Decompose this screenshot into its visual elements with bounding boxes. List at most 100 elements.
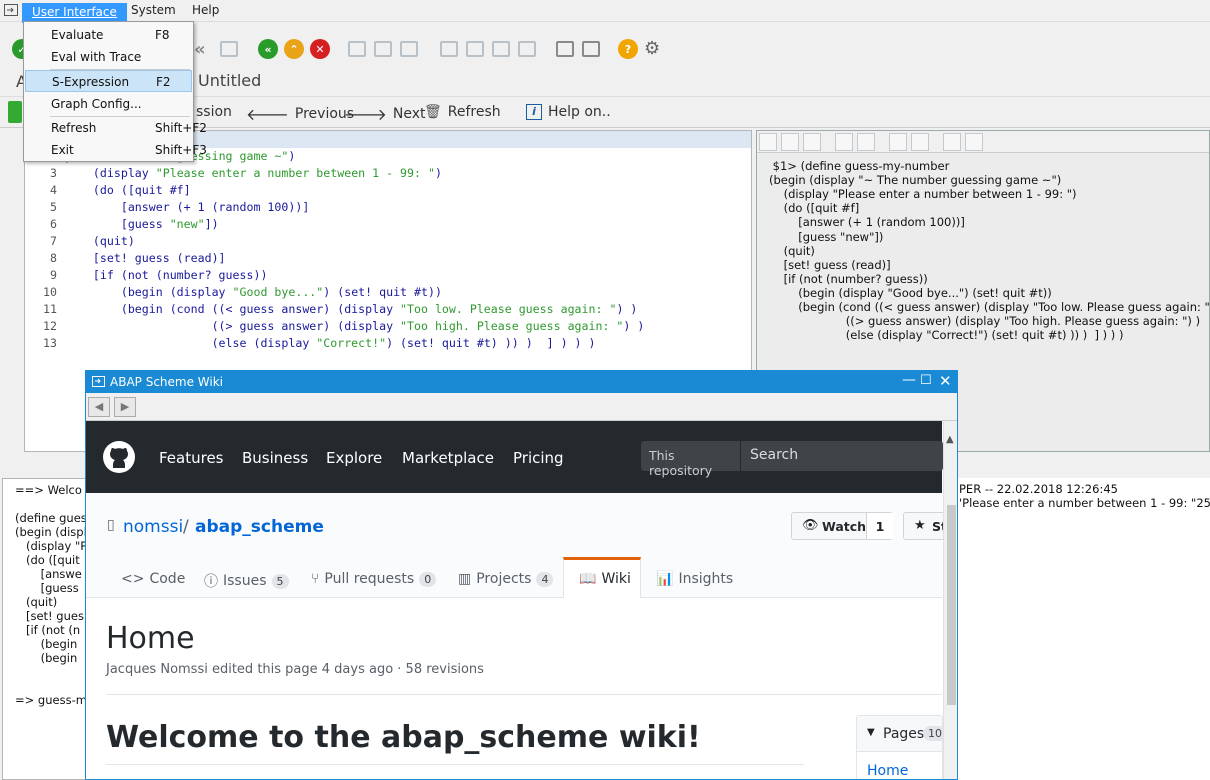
back-double-icon[interactable]: « [194, 39, 206, 60]
first-page-icon[interactable] [440, 41, 458, 57]
back-icon[interactable]: « [258, 39, 278, 59]
tab-insights[interactable]: 📊 Insights [656, 571, 733, 587]
cancel-icon[interactable]: ✕ [310, 39, 330, 59]
cut-icon[interactable] [759, 133, 777, 151]
menu-help[interactable]: Help [192, 3, 219, 17]
repo-owner-link[interactable]: nomssi [123, 517, 183, 537]
settings-gear-icon[interactable]: ⚙ [644, 38, 660, 59]
tab-code[interactable]: <> Code [121, 571, 185, 587]
code-text: (else (display "Correct!") (set! quit #t… [65, 336, 596, 350]
nav-business[interactable]: Business [242, 449, 308, 467]
output-line: [guess "new"]) [769, 229, 884, 244]
console-left: ==> Welco (define gues (begin (displa (dis… [2, 478, 88, 780]
output-toolbar [757, 131, 1209, 153]
print-icon[interactable] [348, 41, 366, 57]
menu-bar: User Interface System Help [0, 0, 1210, 23]
exit-icon[interactable]: ⌃ [284, 39, 304, 59]
menu-item-shortcut: F8 [155, 28, 170, 42]
home-link[interactable]: Home [867, 763, 908, 779]
console-line: (do ([quit [15, 553, 80, 567]
tab-pull-requests[interactable]: ⑂ Pull requests 0 [311, 571, 437, 587]
menu-item-refresh[interactable]: Refresh Shift+F2 [25, 117, 207, 139]
nav-explore[interactable]: Explore [326, 449, 382, 467]
pages-header[interactable]: ▼ Pages 10 [857, 716, 947, 752]
code-text: (begin (display "Good bye...") (set! qui… [65, 285, 442, 299]
shortcut-icon[interactable] [582, 41, 600, 57]
arrow-right-icon: 🡒 [344, 105, 387, 124]
menu-item-label: Refresh [51, 121, 97, 135]
export-icon[interactable] [965, 133, 983, 151]
line-number: 12 [43, 319, 57, 333]
undo-icon[interactable] [835, 133, 853, 151]
previous-page-icon[interactable] [466, 41, 484, 57]
line-number: 4 [50, 183, 57, 197]
watch-count: 1 [866, 513, 893, 539]
search-box[interactable]: This repository Search [641, 441, 943, 478]
close-icon[interactable]: ✕ [939, 372, 952, 390]
session-button[interactable]: ssion [196, 104, 232, 120]
pages-sidebar: ▼ Pages 10 Home [856, 715, 947, 779]
copy-icon[interactable] [781, 133, 799, 151]
repo-name-link[interactable]: abap_scheme [195, 517, 324, 537]
maximize-icon[interactable]: ☐ [920, 373, 932, 388]
line-number: 9 [50, 268, 57, 282]
menu-item-s-expression[interactable]: S-Expression F2 [25, 70, 192, 92]
console-line: [guess [15, 581, 79, 595]
menu-item-evaluate[interactable]: Evaluate F8 [25, 24, 192, 46]
refresh-label: Refresh [447, 104, 501, 120]
import-icon[interactable] [943, 133, 961, 151]
nav-marketplace[interactable]: Marketplace [402, 449, 494, 467]
watch-button[interactable]: 👁 Watch 1 [791, 512, 893, 540]
next-page-icon[interactable] [492, 41, 510, 57]
new-session-icon[interactable] [556, 41, 574, 57]
minimize-icon[interactable]: — [902, 372, 916, 388]
console-line: (quit) [15, 595, 58, 609]
output-line: (begin (display "Good bye...") (set! qui… [769, 285, 1052, 300]
wiki-scrollbar[interactable]: ▲ [943, 421, 957, 779]
line-number: 6 [50, 217, 57, 231]
tab-count: 0 [419, 571, 437, 587]
menu-item-graph-config[interactable]: Graph Config... [25, 93, 192, 115]
forward-arrow-icon[interactable]: ▶ [114, 397, 136, 417]
back-arrow-icon[interactable]: ◀ [88, 397, 110, 417]
search-scope[interactable]: This repository [641, 441, 741, 478]
next-button[interactable]: 🡒 Next [344, 104, 426, 124]
menu-item-label: Exit [51, 143, 74, 157]
code-line: 9 [if (not (number? guess)) [25, 267, 751, 284]
line-number: 3 [50, 166, 57, 180]
last-page-icon[interactable] [518, 41, 536, 57]
help-on-button[interactable]: i Help on.. [526, 104, 611, 120]
tab-wiki-content: 📖 Wiki [579, 571, 631, 587]
menu-item-exit[interactable]: Exit Shift+F3 [25, 139, 207, 161]
scroll-up-icon[interactable]: ▲ [946, 434, 954, 445]
code-text: (display "Please enter a number between … [65, 166, 442, 180]
save-icon[interactable] [220, 41, 238, 57]
help-icon[interactable]: ? [618, 39, 638, 59]
paste-icon[interactable] [803, 133, 821, 151]
find-next-icon[interactable] [400, 41, 418, 57]
nav-pricing[interactable]: Pricing [513, 449, 564, 467]
line-number: 8 [50, 251, 57, 265]
menu-user-interface[interactable]: User Interface [22, 3, 127, 23]
github-header: Features Business Explore Marketplace Pr… [86, 421, 943, 493]
window-icon [92, 376, 105, 387]
nav-features[interactable]: Features [159, 449, 224, 467]
window-menu-icon[interactable] [4, 4, 18, 16]
redo-icon[interactable] [857, 133, 875, 151]
refresh-button[interactable]: 🗑 Refresh [424, 104, 501, 120]
tab-count: 5 [271, 573, 289, 589]
search-input[interactable]: Search [750, 447, 798, 463]
tab-projects[interactable]: ▥ Projects 4 [458, 571, 554, 587]
replace-icon[interactable] [911, 133, 929, 151]
scroll-thumb[interactable] [947, 505, 956, 705]
menu-item-eval-trace[interactable]: Eval with Trace [25, 46, 192, 68]
tab-wiki[interactable]: 📖 Wiki [563, 557, 641, 598]
menu-system[interactable]: System [131, 3, 176, 17]
previous-button[interactable]: 🡐 Previous [246, 104, 354, 124]
find-icon[interactable] [889, 133, 907, 151]
find-icon[interactable] [374, 41, 392, 57]
github-logo-icon[interactable] [103, 441, 135, 473]
line-number: 13 [43, 336, 57, 350]
tab-issues[interactable]: ⓘ Issues 5 [204, 571, 289, 591]
console-line: (begin [15, 651, 78, 665]
